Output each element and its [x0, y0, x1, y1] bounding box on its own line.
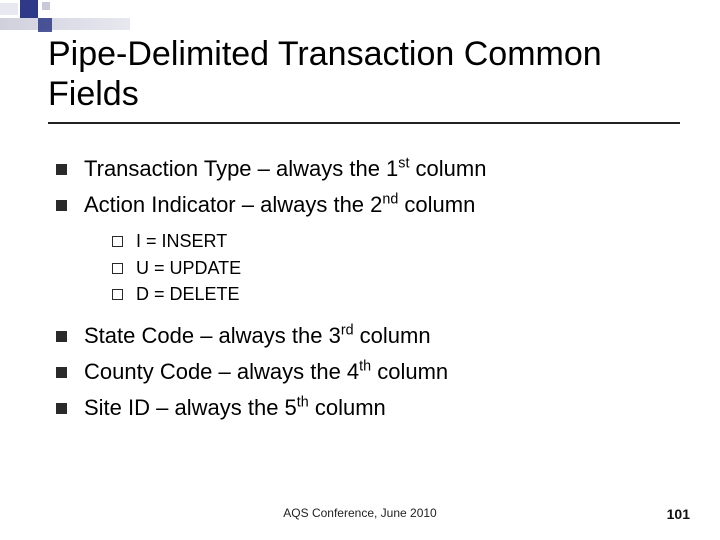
list-item: State Code – always the 3rd column	[56, 319, 680, 353]
footer-text: AQS Conference, June 2010	[0, 506, 720, 520]
slide-title: Pipe-Delimited Transaction Common Fields	[48, 34, 680, 124]
slide-corner-decoration	[0, 0, 140, 30]
bullet-text-pre: Action Indicator – always the 2	[84, 192, 382, 217]
list-item: Transaction Type – always the 1st column	[56, 152, 680, 186]
bullet-list: Transaction Type – always the 1st column…	[48, 152, 680, 425]
page-number: 101	[667, 506, 690, 522]
bullet-text-pre: Site ID – always the 5	[84, 395, 297, 420]
ordinal-suffix: nd	[382, 192, 398, 208]
sub-bullet-list: I = INSERT U = UPDATE D = DELETE	[84, 228, 680, 306]
bullet-text-pre: Transaction Type – always the 1	[84, 156, 398, 181]
bullet-text-post: column	[371, 359, 448, 384]
bullet-text-post: column	[398, 192, 475, 217]
list-item: U = UPDATE	[112, 255, 680, 281]
list-item: I = INSERT	[112, 228, 680, 254]
list-item: Action Indicator – always the 2nd column…	[56, 188, 680, 306]
ordinal-suffix: st	[398, 156, 409, 172]
list-item: County Code – always the 4th column	[56, 355, 680, 389]
ordinal-suffix: rd	[341, 322, 354, 338]
bullet-text-pre: State Code – always the 3	[84, 323, 341, 348]
bullet-text-post: column	[409, 156, 486, 181]
bullet-text-pre: County Code – always the 4	[84, 359, 359, 384]
ordinal-suffix: th	[297, 395, 309, 411]
list-item: Site ID – always the 5th column	[56, 391, 680, 425]
slide-content: Pipe-Delimited Transaction Common Fields…	[48, 34, 680, 427]
ordinal-suffix: th	[359, 358, 371, 374]
list-item: D = DELETE	[112, 281, 680, 307]
bullet-text-post: column	[354, 323, 431, 348]
bullet-text-post: column	[309, 395, 386, 420]
